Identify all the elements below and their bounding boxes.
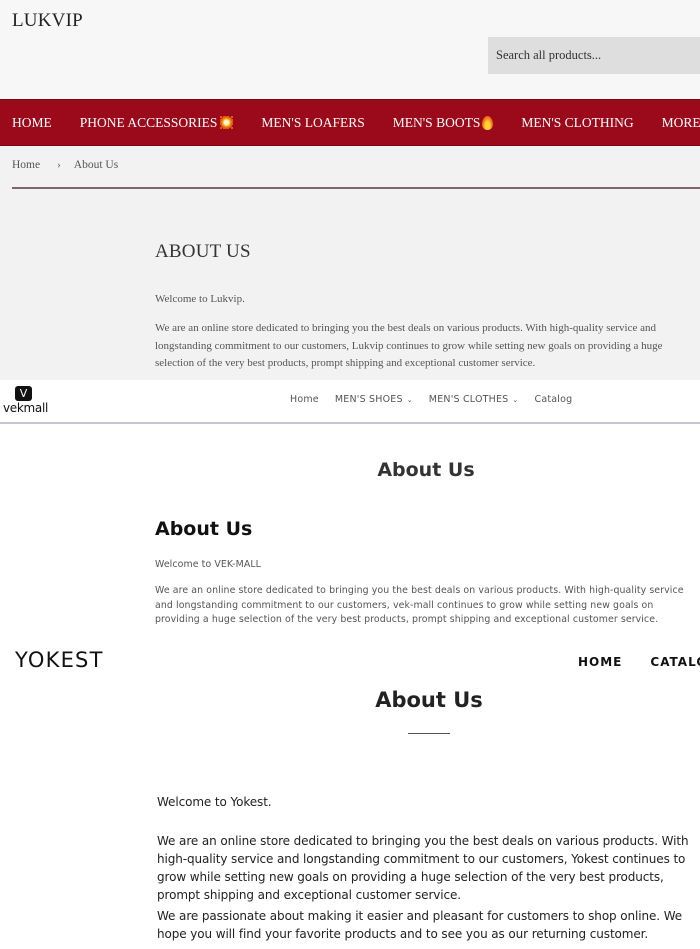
welcome-text: Welcome to Lukvip. bbox=[155, 293, 245, 305]
vekmall-logo-text[interactable]: vekmall bbox=[3, 401, 48, 415]
breadcrumb-home-link[interactable]: Home bbox=[12, 159, 40, 171]
vekmall-header: V vekmall Home MEN'S SHOES ⌄ MEN'S CLOTHE… bbox=[0, 380, 700, 424]
vekmall-logo-mark-icon[interactable]: V bbox=[15, 386, 32, 401]
nav-item-catalog[interactable]: CATALOG bbox=[650, 655, 700, 669]
nav-item-label: HOME bbox=[12, 114, 52, 130]
nav-item-label: MEN'S SHOES bbox=[334, 394, 403, 405]
lukvip-search-input[interactable] bbox=[488, 37, 700, 74]
nav-item-home[interactable]: HOME bbox=[12, 115, 52, 131]
lukvip-logo[interactable]: LUKVIP bbox=[12, 10, 83, 32]
nav-item-label: MEN'S LOAFERS bbox=[261, 114, 365, 130]
nav-item-home[interactable]: HOME bbox=[578, 655, 622, 669]
lukvip-main-nav: HOME PHONE ACCESSORIES MEN'S LOAFERS MEN… bbox=[0, 99, 700, 146]
lukvip-store-section: LUKVIP HOME PHONE ACCESSORIES MEN'S LOAF… bbox=[0, 0, 700, 380]
nav-item-mens-clothes[interactable]: MEN'S CLOTHES ⌄ bbox=[429, 394, 519, 405]
nav-item-label: MEN'S CLOTHING bbox=[521, 114, 634, 130]
sparkle-emoji-icon bbox=[220, 116, 234, 129]
breadcrumb-current: About Us bbox=[73, 159, 119, 171]
yokest-logo[interactable]: YOKEST bbox=[15, 648, 104, 672]
divider bbox=[12, 187, 700, 189]
nav-item-label: Catalog bbox=[534, 394, 573, 405]
yokest-store-section: YOKEST HOME CATALOG About Us Welcome to … bbox=[0, 630, 700, 949]
nav-item-more[interactable]: MORE bbox=[662, 115, 700, 131]
welcome-text: Welcome to Yokest. bbox=[157, 795, 272, 809]
nav-item-catalog[interactable]: Catalog bbox=[535, 394, 573, 405]
title-underline bbox=[408, 733, 450, 734]
nav-item-phone-accessories[interactable]: PHONE ACCESSORIES bbox=[80, 115, 234, 131]
breadcrumb-separator-icon: › bbox=[57, 159, 61, 171]
nav-item-mens-boots[interactable]: MEN'S BOOTS bbox=[393, 115, 494, 131]
vekmall-store-section: V vekmall Home MEN'S SHOES ⌄ MEN'S CLOTHE… bbox=[0, 380, 700, 630]
nav-item-label: MORE bbox=[661, 114, 700, 130]
fire-emoji-icon bbox=[482, 115, 494, 130]
page-title: About Us bbox=[377, 459, 475, 481]
chevron-down-icon: ⌄ bbox=[512, 395, 519, 404]
page-title: About Us bbox=[375, 688, 483, 712]
nav-item-label: MEN'S BOOTS bbox=[392, 114, 481, 130]
lukvip-header: LUKVIP bbox=[0, 0, 700, 99]
chevron-down-icon: ⌄ bbox=[406, 395, 413, 404]
nav-item-label: Home bbox=[290, 394, 319, 405]
about-paragraph: We are an online store dedicated to brin… bbox=[155, 322, 663, 369]
nav-item-mens-loafers[interactable]: MEN'S LOAFERS bbox=[261, 115, 364, 131]
nav-item-label: MEN'S CLOTHES bbox=[428, 394, 509, 405]
about-paragraph: We are an online store dedicated to brin… bbox=[155, 585, 684, 625]
yokest-main-nav: HOME CATALOG bbox=[578, 655, 700, 669]
nav-item-mens-clothing[interactable]: MEN'S CLOTHING bbox=[521, 115, 633, 131]
welcome-text: Welcome to VEK-MALL bbox=[155, 559, 261, 570]
breadcrumb: Home › About Us bbox=[12, 159, 118, 171]
about-paragraph: We are an online store dedicated to brin… bbox=[157, 834, 689, 902]
nav-item-label: PHONE ACCESSORIES bbox=[79, 114, 218, 130]
page-title: ABOUT US bbox=[155, 241, 251, 262]
section-title: About Us bbox=[155, 518, 253, 540]
nav-item-home[interactable]: Home bbox=[290, 394, 319, 405]
vekmall-main-nav: Home MEN'S SHOES ⌄ MEN'S CLOTHES ⌄ Catalog bbox=[290, 394, 588, 405]
nav-item-mens-shoes[interactable]: MEN'S SHOES ⌄ bbox=[335, 394, 413, 405]
about-paragraph-2: We are passionate about making it easier… bbox=[157, 909, 683, 941]
